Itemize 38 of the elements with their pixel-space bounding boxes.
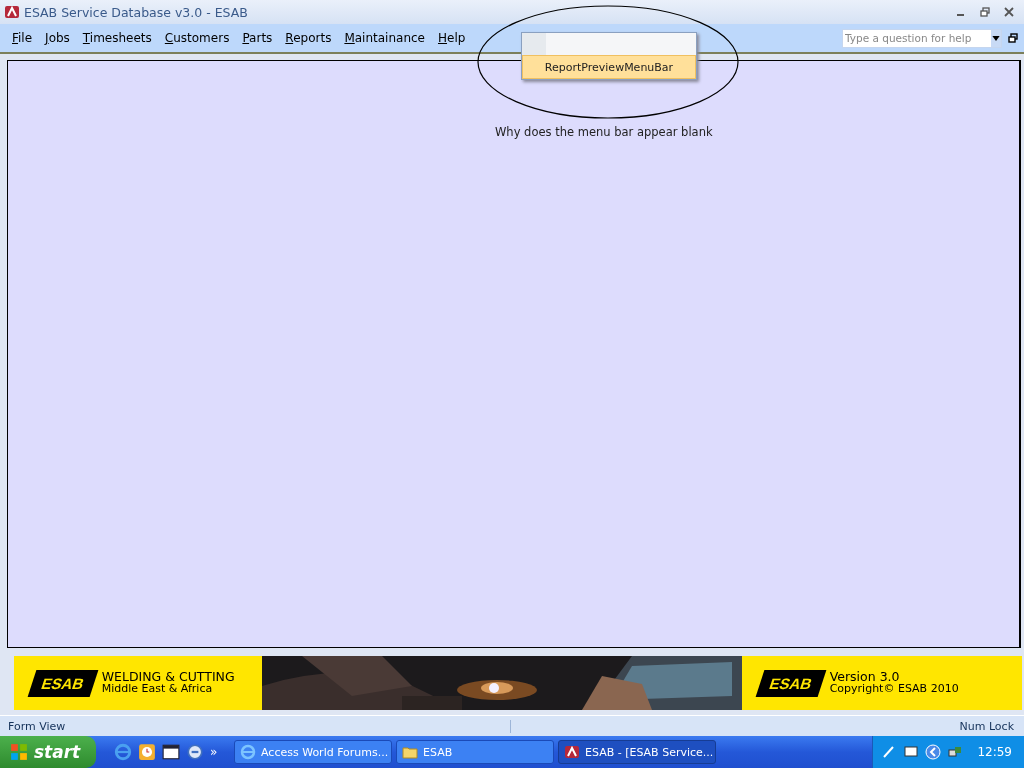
folder-icon: [402, 744, 418, 760]
app-icon: [564, 744, 580, 760]
more-chevron[interactable]: »: [210, 745, 218, 759]
annotation-text: Why does the menu bar appear blank: [495, 125, 713, 139]
status-text: Form View: [0, 719, 511, 733]
app-icon: [4, 4, 20, 20]
taskbar-button[interactable]: ESAB: [396, 740, 554, 764]
esab-logo: ESAB: [27, 669, 99, 697]
menu-item[interactable]: Customers: [164, 31, 230, 45]
menu-item[interactable]: Maintainance: [344, 31, 425, 45]
close-icon[interactable]: [1004, 7, 1014, 17]
chevron-icon[interactable]: [925, 744, 942, 760]
copyright-text: Copyright© ESAB 2010: [829, 683, 959, 695]
banner-title: WELDING & CUTTING: [101, 671, 235, 683]
menu-item[interactable]: Jobs: [45, 31, 70, 45]
help-search-field[interactable]: Type a question for help: [842, 28, 1002, 48]
popup-menu-item[interactable]: ReportPreviewMenuBar: [522, 55, 696, 79]
taskbar-button[interactable]: ESAB - [ESAB Service...: [558, 740, 716, 764]
window-icon[interactable]: [162, 743, 180, 761]
banner-subtitle: Middle East & Africa: [101, 683, 214, 695]
menu-item[interactable]: Timesheets: [82, 31, 152, 45]
monitor-icon[interactable]: [903, 744, 920, 760]
menu-item[interactable]: Reports: [285, 31, 332, 45]
windows-logo-icon: [10, 743, 28, 761]
menu-item[interactable]: File: [12, 31, 33, 45]
clock-text: 12:59: [977, 745, 1012, 759]
version-text: Version 3.0: [829, 671, 901, 683]
window-title: ESAB Service Database v3.0 - ESAB: [24, 4, 248, 20]
esab-logo: ESAB: [755, 669, 827, 697]
browser-icon: [240, 744, 256, 760]
menu-item[interactable]: Help: [438, 31, 466, 45]
browser-icon[interactable]: [186, 743, 204, 761]
taskbar-button[interactable]: Access World Forums...: [234, 740, 392, 764]
restore-icon[interactable]: [1008, 33, 1018, 43]
clock-icon[interactable]: [138, 743, 156, 761]
menu-item[interactable]: Parts: [242, 31, 273, 45]
network-icon[interactable]: [947, 744, 964, 760]
status-text: Num Lock: [959, 719, 1015, 733]
